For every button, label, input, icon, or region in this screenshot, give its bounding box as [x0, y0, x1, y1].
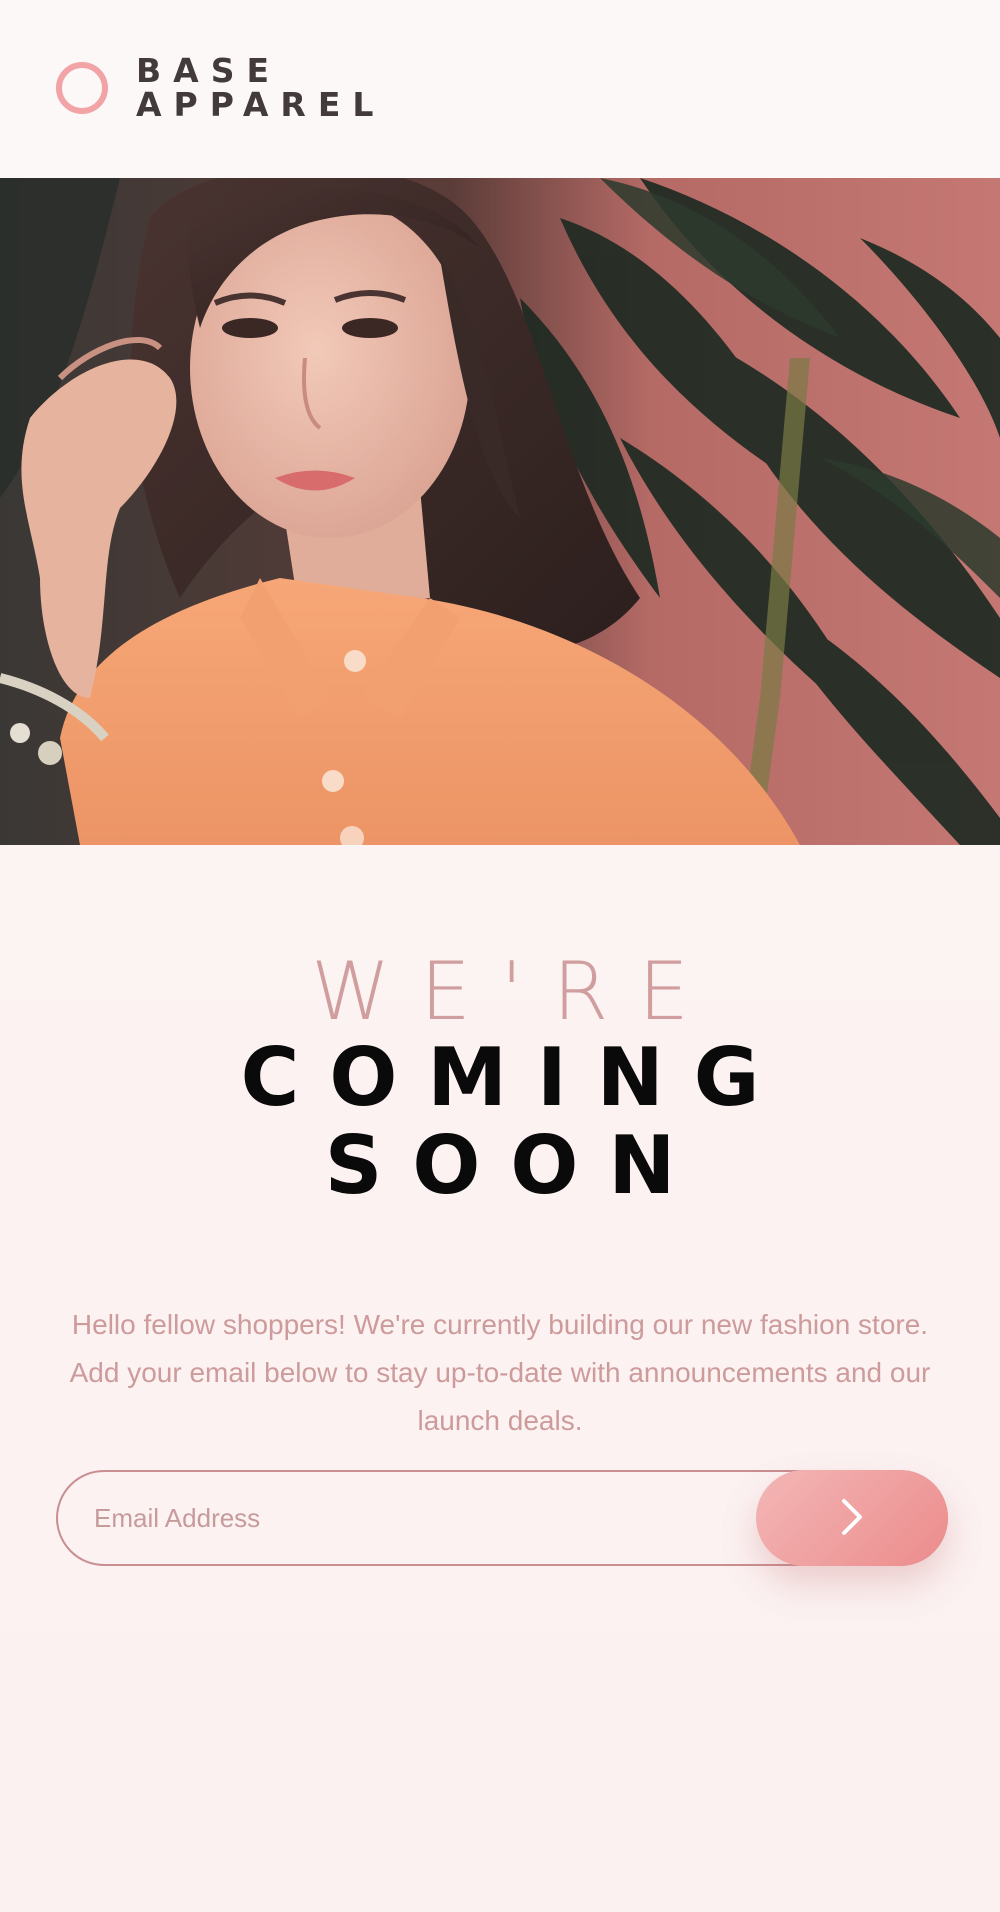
email-signup-form: [56, 1470, 948, 1566]
intro-text: Hello fellow shoppers! We're currently b…: [69, 1309, 931, 1436]
title-dark-line-2: SOON: [324, 1119, 706, 1212]
brand-line-2: APPAREL: [136, 85, 386, 124]
title-dark-line-1: COMING: [240, 1031, 790, 1124]
title-light-line: WE'RE: [311, 945, 719, 1038]
brand-logo[interactable]: BASE APPAREL: [56, 54, 385, 122]
coming-soon-title: WE'RE COMING SOON: [0, 950, 1000, 1210]
submit-button[interactable]: [756, 1470, 948, 1566]
brand-line-1: BASE: [136, 51, 282, 90]
hero-photo: [0, 178, 1000, 845]
chevron-right-icon: [838, 1497, 866, 1540]
hero-image: [0, 178, 1000, 845]
brand-wordmark: BASE APPAREL: [136, 54, 385, 122]
ring-logo-icon: [56, 62, 108, 114]
site-header: BASE APPAREL: [0, 0, 1000, 178]
